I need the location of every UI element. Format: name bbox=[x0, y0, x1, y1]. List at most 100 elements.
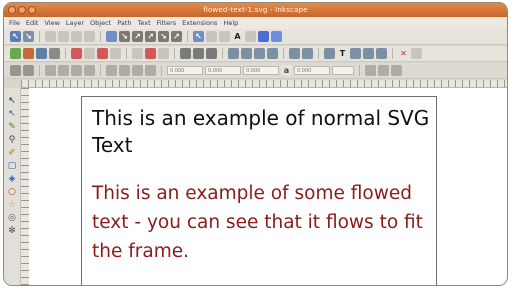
minimize-window-button[interactable] bbox=[18, 6, 26, 14]
save-icon[interactable] bbox=[36, 48, 47, 59]
delete-icon[interactable]: ✕ bbox=[398, 48, 409, 59]
raise-icon[interactable] bbox=[119, 65, 130, 76]
export-icon[interactable] bbox=[84, 48, 95, 59]
menu-path[interactable]: Path bbox=[114, 17, 134, 29]
preferences-icon[interactable] bbox=[376, 48, 387, 59]
snap-midpoint-icon[interactable]: ↖ bbox=[193, 31, 204, 42]
width-field[interactable]: 0.000 bbox=[243, 66, 279, 75]
horizontal-ruler[interactable] bbox=[21, 80, 507, 88]
undo-icon[interactable] bbox=[97, 48, 108, 59]
scale-corners-icon[interactable] bbox=[378, 65, 389, 76]
tool-controls-bar: 0.000 0.000 0.000 a 0.000 bbox=[4, 63, 507, 79]
drawing-canvas[interactable]: This is an example of normal SVG Text Th… bbox=[29, 88, 507, 285]
text-font-icon[interactable]: T bbox=[337, 48, 348, 59]
rotate-90-ccw-icon[interactable] bbox=[45, 65, 56, 76]
rotate-cw-icon[interactable] bbox=[58, 31, 69, 42]
snap-text-baseline-icon[interactable] bbox=[271, 31, 282, 42]
select-original-icon[interactable] bbox=[267, 48, 278, 59]
close-window-button[interactable] bbox=[8, 6, 16, 14]
snap-bbox-icon[interactable] bbox=[106, 31, 117, 42]
print-icon[interactable] bbox=[49, 48, 60, 59]
xml-editor-icon[interactable] bbox=[350, 48, 361, 59]
select-all-layers-icon[interactable] bbox=[23, 65, 34, 76]
import-icon[interactable] bbox=[71, 48, 82, 59]
spiral-tool-icon[interactable]: ◎ bbox=[7, 213, 17, 223]
maximize-window-button[interactable] bbox=[28, 6, 36, 14]
snap-nodes-icon[interactable]: ↘ bbox=[119, 31, 130, 42]
x-coordinate-field[interactable]: 0.000 bbox=[167, 66, 203, 75]
snap-path-icon[interactable]: ↗ bbox=[132, 31, 143, 42]
zoom-page-icon[interactable] bbox=[206, 48, 217, 59]
height-field[interactable]: 0.000 bbox=[294, 66, 330, 75]
group-icon[interactable] bbox=[289, 48, 300, 59]
open-icon[interactable] bbox=[23, 48, 34, 59]
snap-page-icon[interactable] bbox=[245, 31, 256, 42]
star-tool-icon[interactable]: ☆ bbox=[7, 200, 17, 210]
menu-object[interactable]: Object bbox=[87, 17, 114, 29]
selector-tool-icon[interactable]: ↖ bbox=[7, 96, 17, 106]
align-distribute-icon[interactable] bbox=[363, 48, 374, 59]
snap-center-icon[interactable] bbox=[206, 31, 217, 42]
paste-icon[interactable] bbox=[158, 48, 169, 59]
zoom-selection-icon[interactable] bbox=[180, 48, 191, 59]
flip-vertical-icon[interactable] bbox=[84, 65, 95, 76]
move-gradients-icon[interactable] bbox=[391, 65, 402, 76]
unlink-clone-icon[interactable] bbox=[254, 48, 265, 59]
snap-guide-icon[interactable]: ↘ bbox=[158, 31, 169, 42]
y-coordinate-field[interactable]: 0.000 bbox=[205, 66, 241, 75]
menu-extensions[interactable]: Extensions bbox=[179, 17, 220, 29]
spray-tool-icon[interactable]: ✻ bbox=[7, 226, 17, 236]
document-properties-icon[interactable] bbox=[411, 48, 422, 59]
units-select[interactable] bbox=[332, 66, 354, 75]
node-icon[interactable]: ↘ bbox=[23, 31, 34, 42]
toolbar-separator bbox=[318, 48, 319, 59]
snap-intersection-icon[interactable]: ↗ bbox=[145, 31, 156, 42]
menu-filters[interactable]: Filters bbox=[154, 17, 179, 29]
3d-box-tool-icon[interactable]: ◈ bbox=[7, 174, 17, 184]
menu-help[interactable]: Help bbox=[220, 17, 241, 29]
menu-text[interactable]: Text bbox=[135, 17, 154, 29]
menu-view[interactable]: View bbox=[41, 17, 62, 29]
text-tool-icon[interactable]: A bbox=[232, 31, 243, 42]
app-window: flowed-text-1.svg - Inkscape File Edit V… bbox=[3, 2, 508, 286]
redo-icon[interactable] bbox=[110, 48, 121, 59]
vertical-ruler[interactable] bbox=[21, 88, 29, 285]
lower-icon[interactable] bbox=[132, 65, 143, 76]
zoom-tool-icon[interactable]: ⚲ bbox=[7, 135, 17, 145]
flowed-svg-text[interactable]: This is an example of some flowed text -… bbox=[92, 179, 432, 266]
window-title: flowed-text-1.svg - Inkscape bbox=[203, 6, 308, 14]
pencil-tool-icon[interactable]: ✐ bbox=[7, 148, 17, 158]
lower-bottom-icon[interactable] bbox=[145, 65, 156, 76]
select-all-icon[interactable] bbox=[10, 65, 21, 76]
title-bar: flowed-text-1.svg - Inkscape bbox=[4, 3, 507, 17]
rotate-90-cw-icon[interactable] bbox=[58, 65, 69, 76]
lock-ratio-icon[interactable]: a bbox=[281, 65, 292, 76]
normal-svg-text[interactable]: This is an example of normal SVG Text bbox=[92, 105, 432, 159]
menu-file[interactable]: File bbox=[6, 17, 23, 29]
new-document-icon[interactable] bbox=[10, 48, 21, 59]
ellipse-tool-icon[interactable]: ○ bbox=[7, 187, 17, 197]
cut-icon[interactable] bbox=[145, 48, 156, 59]
copy-icon[interactable] bbox=[132, 48, 143, 59]
snap-grid-icon[interactable]: ↗ bbox=[171, 31, 182, 42]
scale-stroke-icon[interactable] bbox=[365, 65, 376, 76]
flip-v-icon[interactable] bbox=[84, 31, 95, 42]
flip-h-icon[interactable] bbox=[71, 31, 82, 42]
snap-rotation-icon[interactable] bbox=[219, 31, 230, 42]
clone-icon[interactable] bbox=[241, 48, 252, 59]
menu-edit[interactable]: Edit bbox=[23, 17, 42, 29]
rotate-ccw-icon[interactable] bbox=[45, 31, 56, 42]
fill-stroke-icon[interactable] bbox=[324, 48, 335, 59]
tweak-tool-icon[interactable]: ✎ bbox=[7, 122, 17, 132]
flip-horizontal-icon[interactable] bbox=[71, 65, 82, 76]
rectangle-tool-icon[interactable]: ▢ bbox=[7, 161, 17, 171]
duplicate-icon[interactable] bbox=[228, 48, 239, 59]
select-icon[interactable]: ↖ bbox=[10, 31, 21, 42]
zoom-drawing-icon[interactable] bbox=[193, 48, 204, 59]
page-frame[interactable]: This is an example of normal SVG Text Th… bbox=[81, 96, 437, 285]
raise-top-icon[interactable] bbox=[106, 65, 117, 76]
snap-page-border-icon[interactable] bbox=[258, 31, 269, 42]
ungroup-icon[interactable] bbox=[302, 48, 313, 59]
menu-layer[interactable]: Layer bbox=[63, 17, 87, 29]
node-tool-icon[interactable]: ↖ bbox=[7, 109, 17, 119]
